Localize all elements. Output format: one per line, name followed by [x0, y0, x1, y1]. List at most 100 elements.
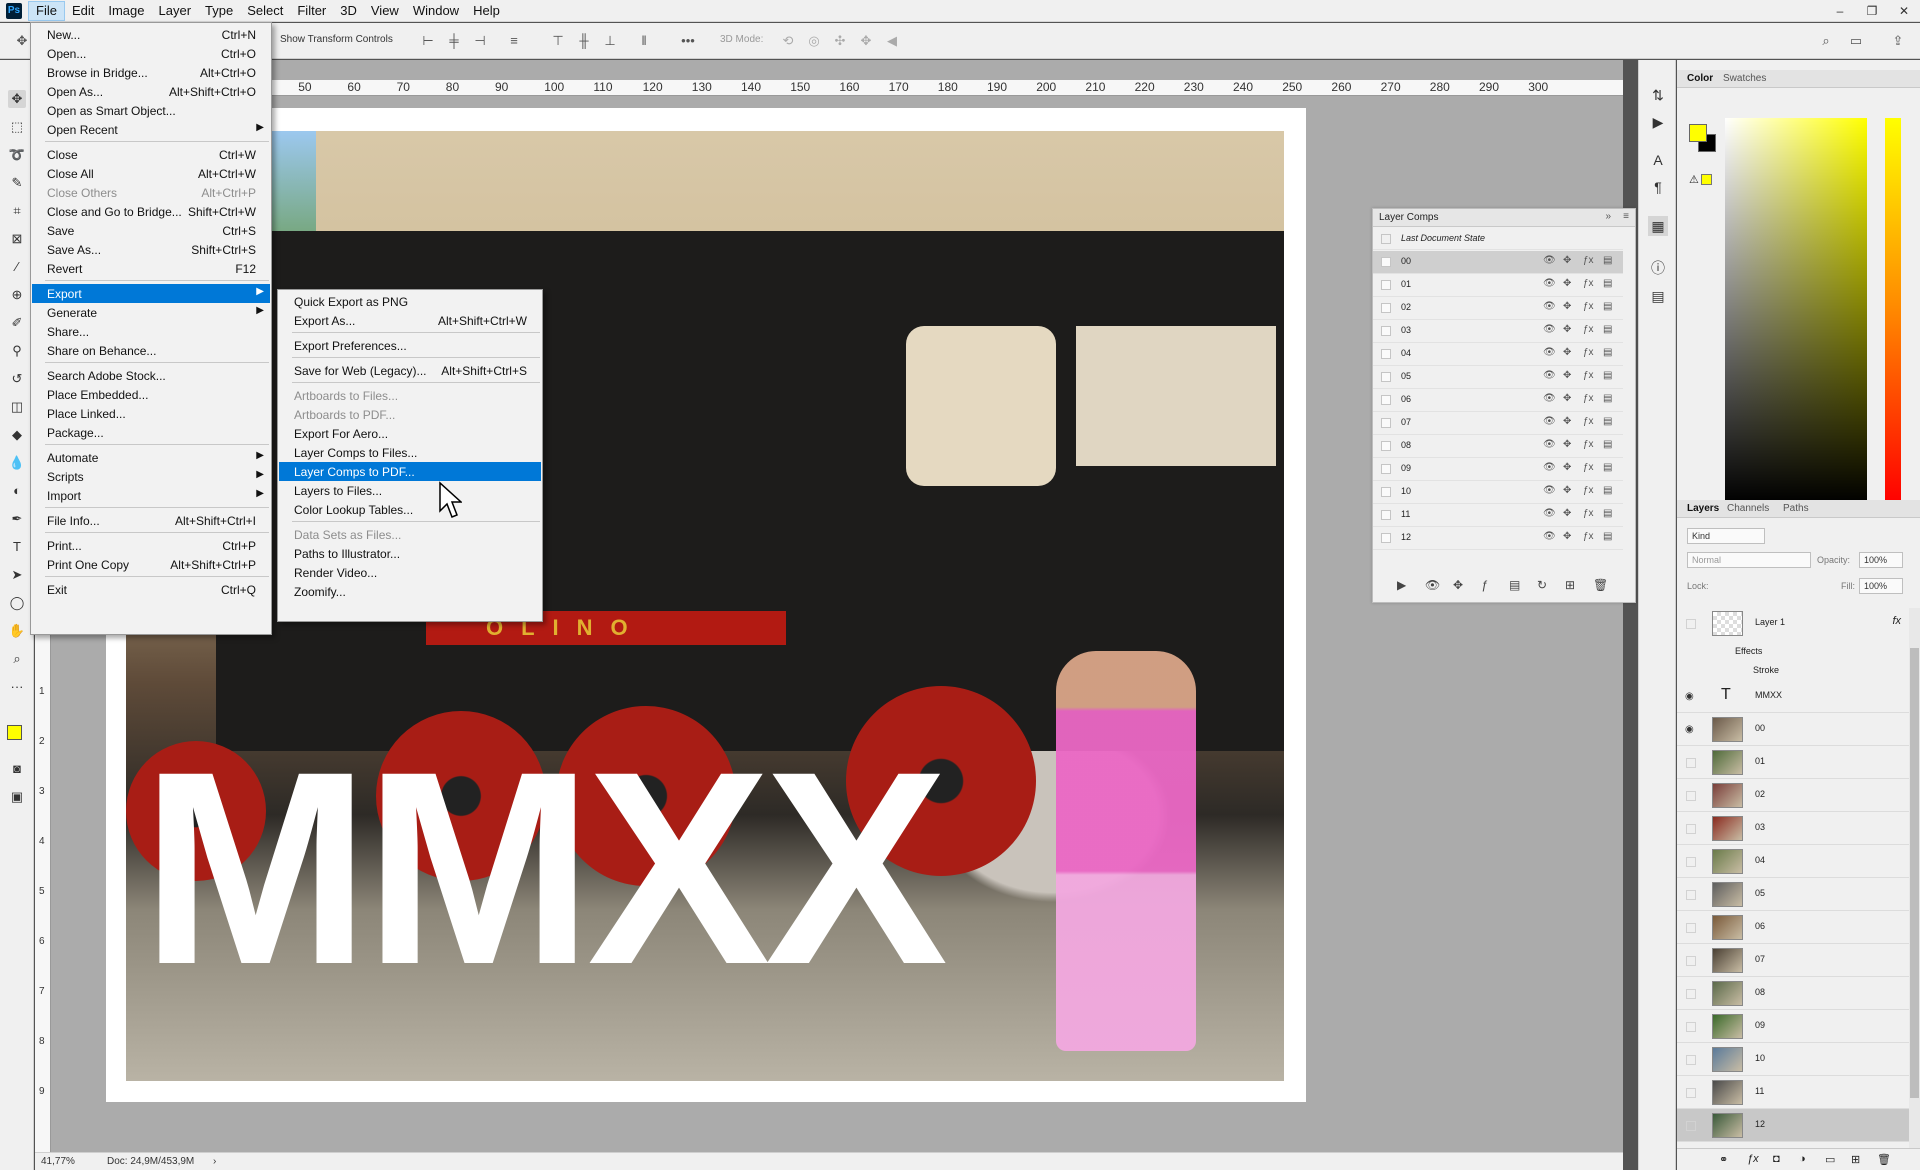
position-icon[interactable]: ✥ [1563, 439, 1571, 450]
layer-comp-row[interactable]: 11 👁 ✥ ƒx ▤ [1373, 504, 1623, 527]
menu-layer[interactable]: Layer [152, 1, 199, 21]
file-menu-item[interactable]: Import ▶ [32, 486, 270, 505]
appearance-icon[interactable]: ƒ [1481, 578, 1488, 592]
layer-row[interactable]: 05 [1677, 878, 1909, 911]
comp-checkbox[interactable] [1381, 510, 1391, 520]
history-brush-tool-icon[interactable]: ↺ [8, 370, 26, 388]
comp-checkbox[interactable] [1381, 280, 1391, 290]
comp-checkbox[interactable] [1381, 533, 1391, 543]
export-menu-item[interactable]: Layer Comps to PDF... [279, 462, 541, 481]
tab-layers[interactable]: Layers [1687, 503, 1719, 514]
pen-tool-icon[interactable]: ✒ [8, 510, 26, 528]
dodge-tool-icon[interactable]: ◐ [8, 482, 26, 500]
appearance-icon[interactable]: ƒx [1583, 324, 1594, 335]
layer-name[interactable]: 06 [1755, 921, 1765, 931]
visibility-toggle[interactable] [1686, 989, 1696, 999]
new-layer-icon[interactable]: ⊞ [1851, 1153, 1860, 1166]
comp-name[interactable]: 01 [1401, 279, 1411, 289]
tab-paths[interactable]: Paths [1783, 503, 1809, 514]
appearance-icon[interactable]: ƒx [1583, 416, 1594, 427]
appearance-icon[interactable]: ƒx [1583, 347, 1594, 358]
appearance-icon[interactable]: ƒx [1583, 255, 1594, 266]
comp-name[interactable]: 06 [1401, 394, 1411, 404]
layer-name[interactable]: 03 [1755, 822, 1765, 832]
3d-orbit-icon[interactable]: ⟲ [780, 33, 796, 49]
state-checkbox[interactable] [1381, 234, 1391, 244]
smart-object-icon[interactable]: ▤ [1603, 278, 1612, 289]
character-icon[interactable]: A [1648, 150, 1668, 170]
hue-slider[interactable] [1885, 118, 1901, 503]
paragraph-icon[interactable]: ¶ [1648, 177, 1668, 197]
comp-checkbox[interactable] [1381, 303, 1391, 313]
layer-row[interactable]: 04 [1677, 845, 1909, 878]
comp-checkbox[interactable] [1381, 257, 1391, 267]
appearance-icon[interactable]: ƒx [1583, 531, 1594, 542]
path-selection-tool-icon[interactable]: ➤ [8, 566, 26, 584]
appearance-icon[interactable]: ƒx [1583, 393, 1594, 404]
visibility-icon[interactable]: 👁 [1543, 485, 1556, 496]
blend-mode-select[interactable]: Normal [1687, 552, 1811, 568]
new-comp-icon[interactable]: ⊞ [1565, 578, 1575, 592]
foreground-swatch[interactable] [1689, 124, 1707, 142]
smart-object-icon[interactable]: ▤ [1603, 301, 1612, 312]
menu-view[interactable]: View [364, 1, 406, 21]
position-icon[interactable]: ✥ [1563, 301, 1571, 312]
gamut-swatch[interactable] [1701, 174, 1712, 185]
visibility-icon[interactable]: 👁 [1543, 301, 1556, 312]
layer-comp-row[interactable]: 08 👁 ✥ ƒx ▤ [1373, 435, 1623, 458]
comp-checkbox[interactable] [1381, 395, 1391, 405]
smart-object-icon[interactable]: ▤ [1603, 393, 1612, 404]
link-layers-icon[interactable]: ⚭ [1719, 1153, 1728, 1166]
distribute-vertical-icon[interactable]: ‖ [636, 33, 652, 49]
layer-row[interactable]: 09 [1677, 1010, 1909, 1043]
visibility-toggle[interactable] [1686, 923, 1696, 933]
comp-name[interactable]: 10 [1401, 486, 1411, 496]
appearance-icon[interactable]: ƒx [1583, 485, 1594, 496]
export-menu-item[interactable]: Artboards to Files... [279, 386, 541, 405]
menu-file[interactable]: File [28, 0, 65, 21]
position-icon[interactable]: ✥ [1563, 416, 1571, 427]
quick-selection-tool-icon[interactable]: ✎ [8, 174, 26, 192]
export-menu-item[interactable]: Data Sets as Files... [279, 525, 541, 544]
export-menu-item[interactable]: Color Lookup Tables... [279, 500, 541, 519]
smart-object-icon[interactable]: ▤ [1509, 578, 1520, 592]
smart-object-icon[interactable]: ▤ [1603, 416, 1612, 427]
move-tool-icon[interactable]: ✥ [8, 90, 26, 108]
menu-edit[interactable]: Edit [65, 1, 101, 21]
appearance-icon[interactable]: ƒx [1583, 370, 1594, 381]
adjustment-layer-icon[interactable]: ◑ [1799, 1153, 1806, 1165]
layer-name[interactable]: 04 [1755, 855, 1765, 865]
smart-object-icon[interactable]: ▤ [1603, 485, 1612, 496]
minimize-button[interactable]: – [1824, 0, 1856, 22]
layer-row[interactable]: 11 [1677, 1076, 1909, 1109]
position-icon[interactable]: ✥ [1563, 347, 1571, 358]
align-bottom-icon[interactable]: ⊥ [602, 33, 618, 49]
fx-icon[interactable]: fx [1892, 615, 1901, 627]
screen-mode-icon[interactable]: ▣ [8, 788, 26, 806]
actions-icon[interactable]: ▶ [1648, 112, 1668, 132]
layer-comp-row[interactable]: 00 👁 ✥ ƒx ▤ [1373, 251, 1623, 274]
layer-row[interactable]: 07 [1677, 944, 1909, 977]
align-left-icon[interactable]: ⊢ [420, 33, 436, 49]
visibility-toggle[interactable] [1686, 956, 1696, 966]
zoom-level[interactable]: 41,77% [41, 1156, 75, 1167]
info-icon[interactable]: ⓘ [1648, 258, 1668, 278]
delete-layer-icon[interactable]: 🗑 [1877, 1153, 1891, 1166]
file-menu-item[interactable]: File Info... Alt+Shift+Ctrl+I [32, 511, 270, 530]
comp-checkbox[interactable] [1381, 326, 1391, 336]
3d-scale-icon[interactable]: ◀ [884, 33, 900, 49]
add-style-icon[interactable]: ƒx [1747, 1153, 1759, 1165]
export-menu-item[interactable]: Export For Aero... [279, 424, 541, 443]
hand-tool-icon[interactable]: ✋ [8, 622, 26, 640]
collapse-icon[interactable]: » [1605, 211, 1611, 222]
layer-row-mmxx[interactable]: ◉ T MMXX [1677, 680, 1909, 713]
comp-name[interactable]: 05 [1401, 371, 1411, 381]
visibility-toggle[interactable] [1686, 791, 1696, 801]
position-icon[interactable]: ✥ [1563, 531, 1571, 542]
layer-name[interactable]: 10 [1755, 1053, 1765, 1063]
layer-row[interactable]: 08 [1677, 977, 1909, 1010]
file-menu-item[interactable]: Package... [32, 423, 270, 442]
update-icon[interactable]: ↻ [1537, 578, 1547, 592]
menu-3d[interactable]: 3D [333, 1, 364, 21]
align-top-icon[interactable]: ⊤ [550, 33, 566, 49]
